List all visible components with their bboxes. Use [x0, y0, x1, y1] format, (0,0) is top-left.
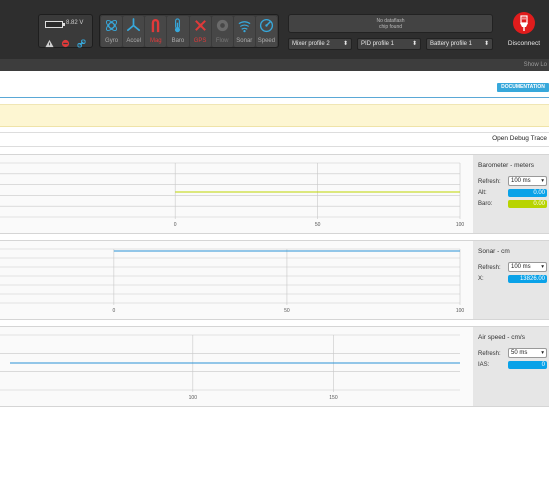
chevron-down-icon: ▾ [541, 264, 544, 270]
disconnect-label: Disconnect [507, 40, 541, 47]
pid-profile-value: PID profile 1 [361, 41, 395, 47]
sensor-label: Flow [215, 38, 229, 44]
refresh-rate-select[interactable]: 100 ms ▾ [508, 262, 547, 272]
battery-voltage: 8.82 V [66, 20, 84, 26]
airspeed-readouts: Air speed - cm/s Refresh: 50 ms ▾ IAS: 0 [473, 327, 549, 406]
sensor-mag: Mag [145, 16, 167, 47]
sensor-speed: Speed [255, 16, 277, 47]
link-icon [77, 35, 86, 48]
barometer-chart: 0 50 100 [0, 162, 465, 228]
x-tick-label: 100 [456, 222, 465, 228]
pid-profile-select[interactable]: PID profile 1 ⬍ [357, 38, 421, 50]
debug-trace-row: Open Debug Trace [0, 132, 549, 147]
mixer-profile-select[interactable]: Mixer profile 2 ⬍ [288, 38, 352, 50]
info-note [0, 104, 549, 127]
airspeed-chart: 100 150 [0, 334, 460, 401]
sensor-label: Sonar [236, 38, 253, 44]
barometer-readouts: Barometer - meters Refresh: 100 ms ▾ Alt:… [473, 155, 549, 233]
sensor-label: Baro [171, 38, 185, 44]
x-tick-label: 0 [112, 308, 115, 314]
gyro-icon [105, 19, 118, 32]
readout-label: X: [478, 276, 484, 282]
sensor-label: Mag [149, 38, 162, 44]
sonar-chart: 0 50 100 [0, 248, 465, 314]
readout-label: IAS: [478, 362, 490, 368]
documentation-button[interactable]: DOCUMENTATION [497, 83, 549, 92]
baro-icon [175, 18, 181, 33]
sonar-panel: 0 50 100 Sonar - cm Refresh: 100 ms ▾ X: 13… [0, 240, 549, 320]
x-tick-label: 100 [189, 395, 198, 401]
open-debug-trace-link[interactable]: Open Debug Trace [492, 135, 547, 142]
sonar-readouts: Sonar - cm Refresh: 100 ms ▾ X: 13826.00 [473, 241, 549, 319]
dataflash-status: No dataflash chip found [288, 14, 493, 33]
barometer-panel: 0 50 100 Barometer - meters Refresh: 100 m… [0, 154, 549, 234]
battery-icon [45, 21, 65, 28]
sensor-status-group: Gyro Accel Mag Baro GPS Flow Sonar Speed [99, 14, 279, 48]
refresh-label: Refresh: [478, 179, 501, 185]
refresh-rate-select[interactable]: 50 ms ▾ [508, 348, 547, 358]
x-tick-label: 50 [284, 308, 290, 314]
readout-label: Baro: [478, 201, 493, 207]
airspeed-panel: 100 150 Air speed - cm/s Refresh: 50 ms ▾ … [0, 326, 549, 407]
flow-icon [216, 19, 228, 32]
disconnect-button[interactable]: Disconnect [500, 12, 548, 52]
x-tick-label: 0 [174, 222, 177, 228]
sensor-label: Gyro [105, 38, 119, 44]
chevron-updown-icon: ⬍ [483, 41, 489, 47]
x-value: 13826.00 [508, 275, 547, 283]
gps-icon [194, 20, 206, 31]
alt-value: 0.00 [508, 189, 547, 197]
sensor-label: GPS [193, 38, 207, 44]
refresh-label: Refresh: [478, 351, 501, 357]
readout-label: Alt: [478, 190, 487, 196]
sensor-accel: Accel [123, 16, 145, 47]
dataflash-line-2: chip found [378, 24, 403, 30]
sensor-label: Accel [126, 38, 142, 44]
warning-icon [45, 35, 54, 48]
failsafe-icon [61, 35, 70, 48]
usb-plug-icon [513, 12, 535, 34]
x-tick-label: 50 [315, 222, 321, 228]
battery-profile-select[interactable]: Battery profile 1 ⬍ [426, 38, 493, 50]
x-tick-label: 150 [329, 395, 338, 401]
sensor-baro: Baro [167, 16, 189, 47]
sonar-icon [238, 21, 251, 33]
mixer-profile-value: Mixer profile 2 [292, 41, 330, 47]
sensor-gps: GPS [189, 16, 211, 47]
refresh-rate-select[interactable]: 100 ms ▾ [508, 176, 547, 186]
tab-header: DOCUMENTATION [0, 71, 549, 98]
status-bar [0, 59, 549, 71]
refresh-value: 50 ms [511, 350, 528, 356]
ias-value: 0 [508, 361, 547, 369]
battery-profile-value: Battery profile 1 [430, 41, 473, 47]
sensor-flow: Flow [211, 16, 233, 47]
chevron-updown-icon: ⬍ [342, 41, 348, 47]
graph-title: Sonar - cm [478, 248, 510, 255]
top-bar: 8.82 V Gyro Accel Mag Baro GPS Flow Sonar Speed… [0, 0, 549, 59]
accel-icon [127, 18, 141, 32]
baro-value: 0.00 [508, 200, 547, 208]
chevron-down-icon: ▾ [541, 178, 544, 184]
chevron-updown-icon: ⬍ [411, 41, 417, 47]
chevron-down-icon: ▾ [541, 350, 544, 356]
mag-icon [152, 18, 160, 33]
show-log-link[interactable]: Show Lo [524, 59, 549, 71]
refresh-value: 100 ms [511, 178, 531, 184]
x-tick-label: 100 [456, 308, 465, 314]
battery-status: 8.82 V [38, 14, 93, 48]
refresh-value: 100 ms [511, 264, 531, 270]
graph-title: Barometer - meters [478, 162, 534, 169]
sensor-label: Speed [257, 38, 276, 44]
graph-title: Air speed - cm/s [478, 334, 525, 341]
refresh-label: Refresh: [478, 265, 501, 271]
sensor-sonar: Sonar [233, 16, 255, 47]
speed-icon [259, 18, 273, 33]
sensor-gyro: Gyro [101, 16, 123, 47]
